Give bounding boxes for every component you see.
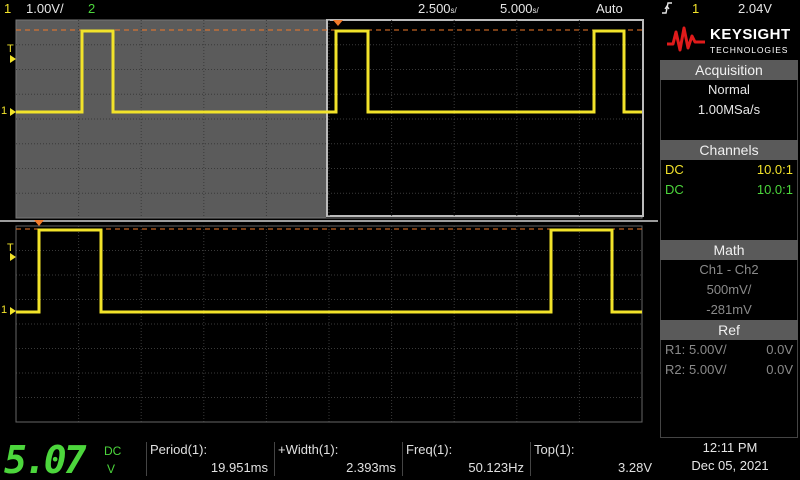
math-function: Ch1 - Ch2 [699, 262, 759, 277]
channels-panel[interactable]: DC 10.0:1 DC 10.0:1 [660, 160, 798, 240]
brand-logo: KEYSIGHT TECHNOLOGIES [658, 18, 800, 60]
ref1-offset: 0.0V [766, 342, 793, 357]
ch1-trigger-arrow-top [10, 55, 16, 63]
math-panel[interactable]: Ch1 - Ch2 500mV/ -281mV [660, 260, 798, 320]
brand-name: KEYSIGHT [710, 26, 791, 43]
waveform-display[interactable]: T 1 T 1 [0, 18, 658, 438]
trigger-mode[interactable]: Auto [596, 1, 623, 16]
meas-freq-label[interactable]: Freq(1): [406, 442, 452, 457]
meas-period-label[interactable]: Period(1): [150, 442, 207, 457]
separator [402, 442, 403, 476]
waveform-canvas[interactable] [0, 18, 658, 438]
trigger-position-marker-bottom [34, 220, 44, 226]
ch1-ground-arrow-bottom [10, 307, 16, 315]
ref2-scale: 5.00V/ [689, 362, 727, 377]
trigger-level-marker-bottom: T [7, 242, 14, 254]
ground-marker-top: 1 [1, 105, 8, 117]
separator [530, 442, 531, 476]
ch2-coupling: DC [665, 182, 684, 197]
channels-header[interactable]: Channels [660, 140, 798, 160]
zoom-window [326, 19, 644, 217]
acquisition-header[interactable]: Acquisition [660, 60, 798, 80]
trigger-source[interactable]: 1 [692, 1, 699, 16]
keysight-wave-icon [667, 26, 705, 52]
meas-width-value: 2.393ms [346, 460, 396, 475]
ch1-coupling: DC [665, 162, 684, 177]
acquisition-mode: Normal [708, 82, 750, 97]
meas-freq-value: 50.123Hz [468, 460, 524, 475]
separator [146, 442, 147, 476]
clock-date: Dec 05, 2021 [691, 458, 769, 473]
ref-panel[interactable]: R1: 5.00V/ 0.0V R2: 5.00V/ 0.0V [660, 340, 798, 438]
measurement-bar: 5.07 DC V Period(1): 19.951ms +Width(1):… [0, 438, 800, 480]
ref1-name: R1: [665, 342, 686, 357]
status-bar: 1 1.00V/ 2 2.500s/ 5.000s/ Auto 1 2.04V [0, 0, 800, 18]
meas-top-value: 3.28V [618, 460, 652, 475]
meas-top-label[interactable]: Top(1): [534, 442, 574, 457]
math-header[interactable]: Math [660, 240, 798, 260]
ref-header[interactable]: Ref [660, 320, 798, 340]
ground-marker-bottom: 1 [1, 304, 8, 316]
main-window-shade [16, 20, 326, 218]
dvm-coupling: DC [104, 444, 122, 458]
side-panel: KEYSIGHT TECHNOLOGIES Acquisition Normal… [658, 18, 800, 438]
meas-period-value: 19.951ms [210, 460, 268, 475]
dvm-unit: V [107, 462, 116, 476]
ch1-number[interactable]: 1 [4, 1, 11, 16]
rising-edge-icon [660, 0, 674, 19]
meas-width-label[interactable]: +Width(1): [278, 442, 338, 457]
dvm-readout[interactable]: 5.07 DC V [4, 438, 144, 480]
separator [274, 442, 275, 476]
ch1-ground-arrow-top [10, 108, 16, 116]
ch2-number[interactable]: 2 [88, 1, 95, 16]
ref2-offset: 0.0V [766, 362, 793, 377]
math-offset: -281mV [706, 302, 752, 317]
ref2-name: R2: [665, 362, 686, 377]
ch1-probe: 10.0:1 [756, 162, 793, 177]
math-scale: 500mV/ [706, 282, 752, 297]
acquisition-rate: 1.00MSa/s [697, 102, 761, 117]
clock-time: 12:11 PM [702, 440, 758, 455]
time-scale[interactable]: 5.000s/ [500, 1, 539, 16]
trigger-level-marker-top: T [7, 43, 14, 55]
ch1-trigger-arrow-bottom [10, 253, 16, 261]
brand-subtitle: TECHNOLOGIES [710, 45, 789, 55]
ch1-scale[interactable]: 1.00V/ [26, 1, 64, 16]
acquisition-panel[interactable]: Normal 1.00MSa/s [660, 80, 798, 140]
time-delay[interactable]: 2.500s/ [418, 1, 457, 16]
ref1-scale: 5.00V/ [689, 342, 727, 357]
trigger-level[interactable]: 2.04V [738, 1, 772, 16]
dvm-value: 5.07 [4, 438, 86, 480]
ch2-probe: 10.0:1 [756, 182, 793, 197]
